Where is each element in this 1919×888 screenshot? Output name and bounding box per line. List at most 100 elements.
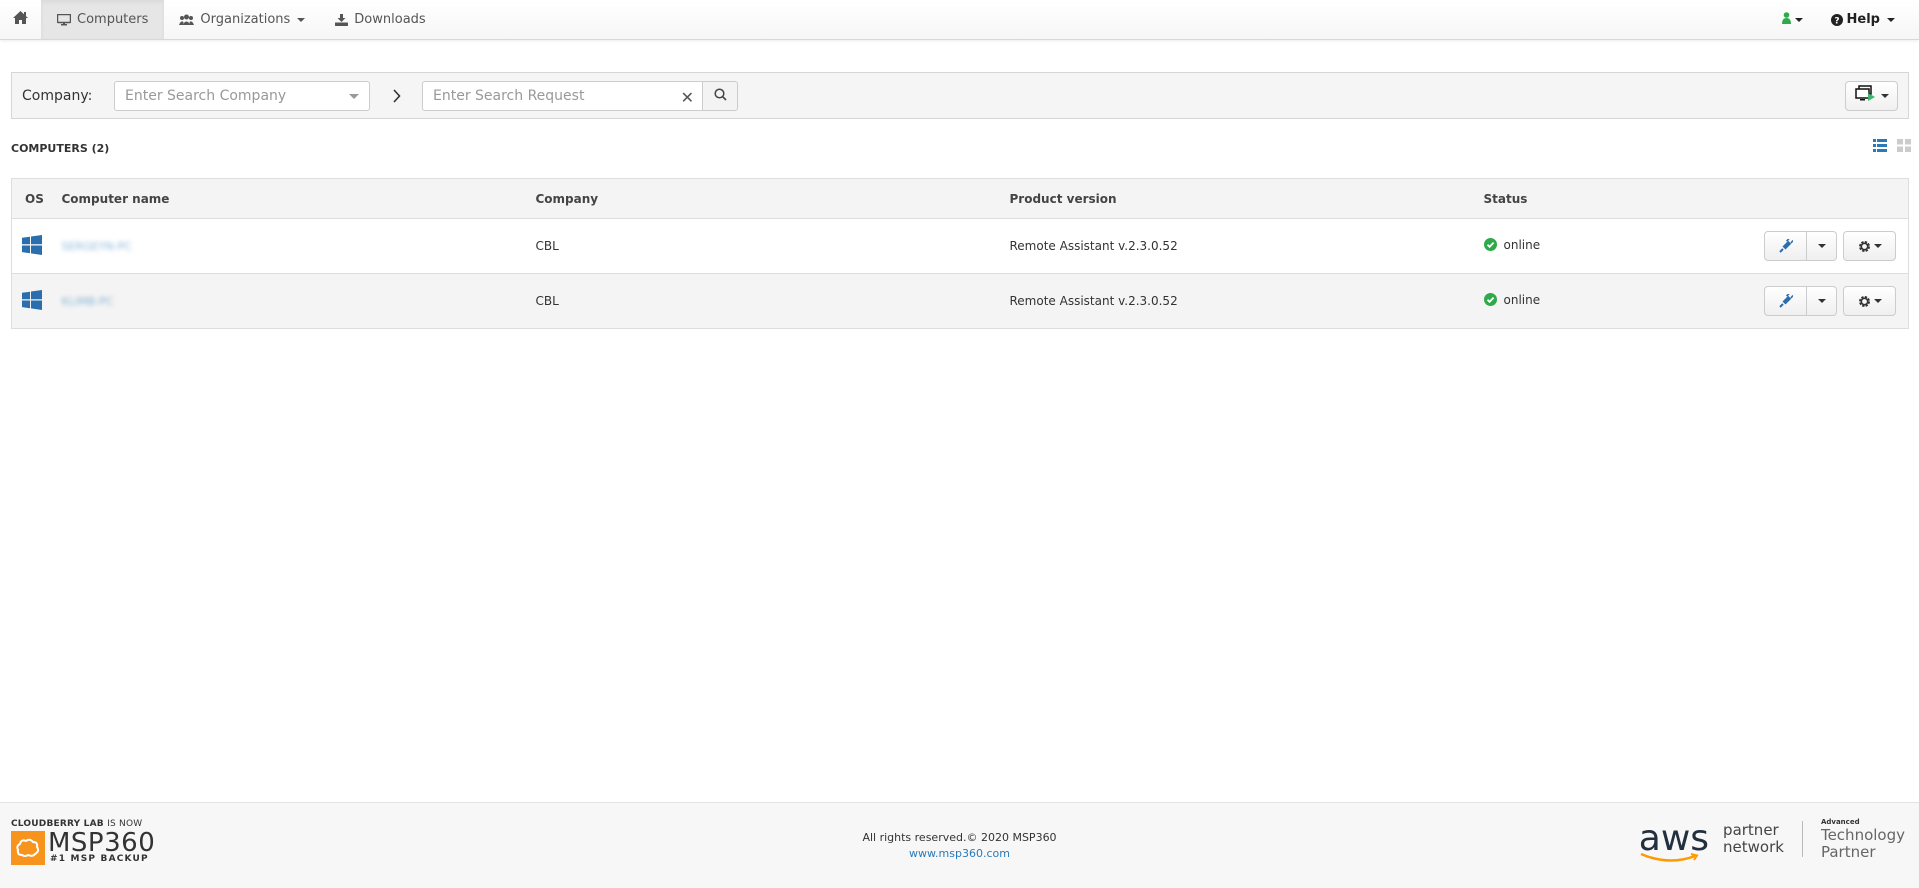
nav-computers[interactable]: Computers [41,0,165,39]
connect-options-dropdown[interactable] [1807,286,1837,316]
home-icon [12,10,29,29]
remote-desktop-icon [1854,85,1877,106]
partner-line-2: network [1723,838,1784,856]
windows-icon [22,234,42,258]
filter-toolbar: Company: Enter Search Company Enter Sear… [11,72,1909,119]
company-cell: CBL [527,218,1002,274]
partner-label: Partner [1820,843,1876,861]
search-placeholder: Enter Search Request [433,87,585,104]
chevron-down-icon [1880,93,1889,98]
chevron-down-icon [1817,244,1826,248]
table-row: KLIMB-PC CBL Remote Assistant v.2.3.0.52… [11,273,1909,329]
column-os[interactable]: OS [11,178,54,219]
windows-icon [22,289,42,313]
nav-downloads[interactable]: Downloads [320,0,440,39]
status-text: online [1503,292,1541,307]
users-icon [179,14,195,26]
company-cell: CBL [527,273,1002,329]
computer-name-cell: SERGEYN-PC [53,218,528,274]
chevron-down-icon [1817,299,1826,303]
os-cell [11,273,54,329]
table-header-row: OS Computer name Company Product version… [11,178,1909,219]
website-link[interactable]: www.msp360.com [0,847,1919,860]
settings-dropdown-button[interactable] [1843,286,1896,316]
column-status[interactable]: Status [1475,178,1736,219]
nav-organizations[interactable]: Organizations [164,0,320,39]
user-menu[interactable] [1770,0,1815,39]
plug-icon [1778,294,1793,308]
connect-button[interactable] [1764,231,1807,261]
column-company[interactable]: Company [527,178,1002,219]
column-actions [1735,178,1909,219]
chevron-down-icon [1794,17,1803,22]
partner-line-1: partner [1723,821,1779,839]
plug-icon [1778,239,1793,253]
search-button[interactable] [702,80,738,111]
status-cell: online [1475,273,1736,329]
section-title: COMPUTERS (2) [11,142,110,155]
partner-network-text: partner network [1723,822,1784,856]
search-input[interactable]: Enter Search Request ✕ [422,80,702,111]
check-circle-icon [1483,238,1497,252]
nav-home[interactable] [0,0,41,39]
grid-view-icon[interactable] [1897,139,1911,152]
actions-cell [1735,273,1909,329]
gear-icon [1858,240,1871,253]
computer-name-link[interactable]: KLIMB-PC [62,295,114,308]
search-icon [713,87,727,104]
help-menu[interactable]: ? Help [1815,0,1919,39]
table-row: SERGEYN-PC CBL Remote Assistant v.2.3.0.… [11,218,1909,274]
copyright-text: All rights reserved.© 2020 MSP360 [862,831,1057,844]
top-navbar: Computers Organizations Downloads ? Help [0,0,1919,40]
version-cell: Remote Assistant v.2.3.0.52 [1001,218,1476,274]
computer-name-cell: KLIMB-PC [53,273,528,329]
status-text: online [1503,237,1541,252]
settings-dropdown-button[interactable] [1843,231,1896,261]
computers-table: OS Computer name Company Product version… [11,178,1909,329]
user-icon [1781,11,1791,28]
gear-icon [1858,295,1871,308]
actions-cell [1735,218,1909,274]
nav-downloads-label: Downloads [354,12,426,27]
chevron-down-icon [1873,299,1882,303]
company-select[interactable]: Enter Search Company [114,80,370,111]
chevron-down-icon [1873,244,1882,248]
connect-button[interactable] [1764,286,1807,316]
status-badge: online [1483,237,1541,252]
column-product-version[interactable]: Product version [1001,178,1476,219]
connect-button-group [1764,286,1837,316]
company-label: Company: [22,87,93,104]
footer: CLOUDBERRY LAB IS NOW MSP360 #1 MSP BACK… [0,802,1919,888]
version-cell: Remote Assistant v.2.3.0.52 [1001,273,1476,329]
chevron-down-icon [297,17,306,22]
download-icon [335,13,349,26]
view-toggle [1873,139,1911,152]
search-group: Enter Search Request ✕ [422,80,738,111]
os-cell [11,218,54,274]
aws-logo: aws [1639,821,1709,862]
clear-icon[interactable]: ✕ [681,88,694,107]
company-placeholder: Enter Search Company [125,87,287,104]
connect-options-dropdown[interactable] [1807,231,1837,261]
chevron-down-icon [1887,17,1895,22]
technology-label: Technology [1820,826,1905,844]
question-circle-icon: ? [1830,13,1843,26]
chevron-right-icon [370,88,422,103]
copyright-block: All rights reserved.© 2020 MSP360 www.ms… [0,831,1919,860]
status-badge: online [1483,292,1541,307]
column-computer-name[interactable]: Computer name [53,178,528,219]
help-label: Help [1846,12,1880,27]
aws-partner-badge: aws partner network Advanced Technology … [1639,817,1905,862]
computer-name-link[interactable]: SERGEYN-PC [62,240,132,253]
nav-computers-label: Computers [77,12,149,27]
list-view-icon[interactable] [1873,139,1887,152]
connect-dropdown-button[interactable] [1845,80,1898,111]
svg-text:?: ? [1834,16,1839,26]
advanced-technology-partner: Advanced Technology Partner [1821,817,1905,861]
check-circle-icon [1483,293,1497,307]
divider [1801,821,1803,857]
connect-button-group [1764,231,1837,261]
desktop-icon [57,13,71,26]
nav-organizations-label: Organizations [200,12,291,27]
status-cell: online [1475,218,1736,274]
